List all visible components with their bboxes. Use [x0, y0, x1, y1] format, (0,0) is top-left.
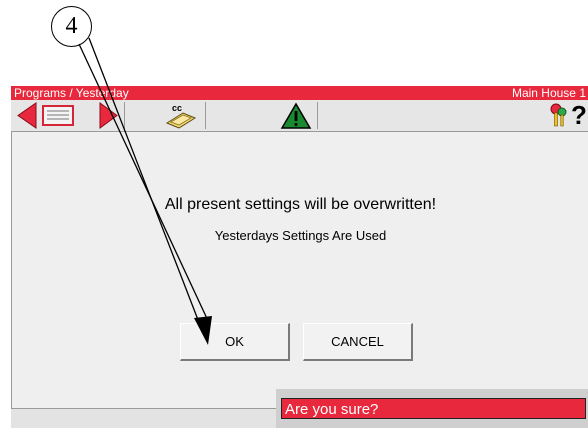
- back-arrow-icon[interactable]: [15, 101, 39, 130]
- ok-button[interactable]: OK: [180, 323, 290, 361]
- alarm-warning-icon[interactable]: [280, 101, 312, 130]
- keys-icon[interactable]: [547, 101, 569, 130]
- help-icon[interactable]: ?: [571, 101, 587, 130]
- cancel-button[interactable]: CANCEL: [303, 323, 413, 361]
- confirm-prompt-text: Are you sure?: [281, 398, 586, 419]
- forward-arrow-icon[interactable]: [97, 101, 119, 130]
- title-bar: Programs / Yesterday Main House 1: [11, 86, 588, 100]
- callout-label: 4: [65, 13, 78, 39]
- toolbar-separator: [317, 102, 318, 129]
- toolbar: cc ?: [11, 100, 588, 132]
- dialog-area: All present settings will be overwritten…: [11, 132, 588, 408]
- copy-settings-label: cc: [172, 103, 182, 113]
- window-title: Programs / Yesterday: [14, 86, 129, 100]
- confirm-prompt: Are you sure?: [276, 389, 588, 428]
- toolbar-separator: [124, 102, 125, 129]
- settings-info-message: Yesterdays Settings Are Used: [214, 228, 387, 243]
- toolbar-separator: [205, 102, 206, 129]
- app-window: Programs / Yesterday Main House 1 cc ? A…: [11, 86, 588, 428]
- list-view-icon[interactable]: [40, 101, 76, 130]
- callout-number: 4: [51, 6, 92, 47]
- copy-settings-icon[interactable]: cc: [163, 101, 199, 130]
- overwrite-warning-message: All present settings will be overwritten…: [164, 196, 437, 213]
- house-name: Main House 1: [511, 86, 586, 100]
